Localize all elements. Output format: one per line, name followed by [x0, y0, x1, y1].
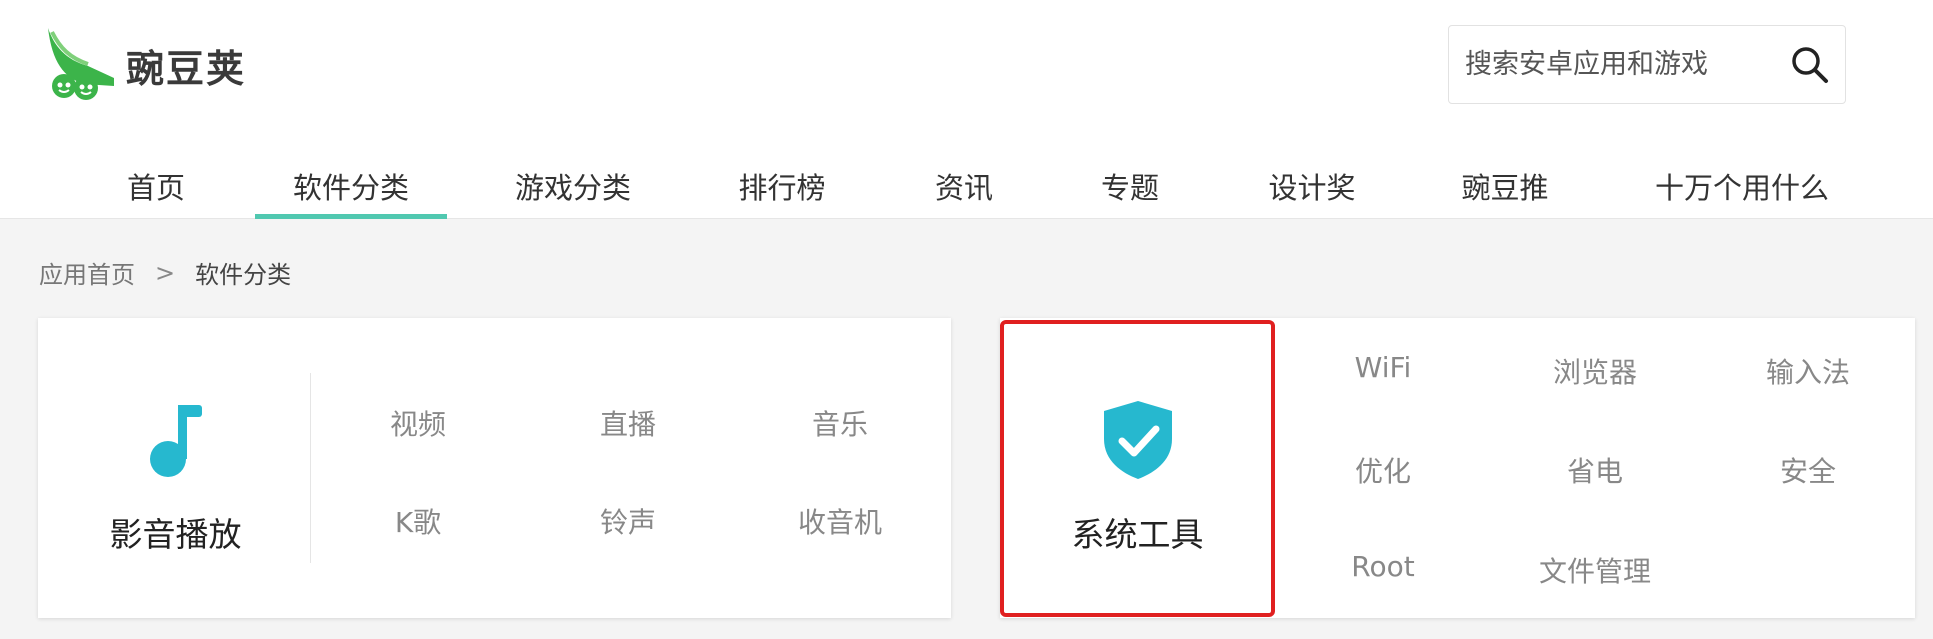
- breadcrumb-current: 软件分类: [195, 261, 292, 289]
- subcategory-ringtones[interactable]: 铃声: [538, 501, 718, 541]
- category-media-link[interactable]: 影音播放: [38, 318, 313, 618]
- subcategory-wifi[interactable]: WiFi: [1293, 351, 1473, 384]
- site-logo[interactable]: 豌豆荚: [44, 26, 246, 104]
- search-icon[interactable]: [1789, 44, 1831, 86]
- subcategory-music[interactable]: 音乐: [750, 403, 930, 443]
- breadcrumb-separator: >: [155, 258, 176, 287]
- category-card-media: 影音播放 视频 直播 音乐 K歌 铃声 收音机: [38, 318, 951, 618]
- nav-item-design-award[interactable]: 设计奖: [1250, 165, 1374, 219]
- subcategory-optimize[interactable]: 优化: [1293, 450, 1473, 490]
- nav-item-game-categories[interactable]: 游戏分类: [500, 165, 646, 219]
- subcategory-radio[interactable]: 收音机: [750, 501, 930, 541]
- nav-item-topics[interactable]: 专题: [1084, 165, 1176, 219]
- category-divider: [310, 373, 311, 563]
- subcategory-file-manager[interactable]: 文件管理: [1505, 550, 1685, 590]
- subcategory-browser[interactable]: 浏览器: [1505, 351, 1685, 391]
- subcategory-live[interactable]: 直播: [538, 403, 718, 443]
- nav-item-news[interactable]: 资讯: [918, 165, 1010, 219]
- search-box: [1448, 25, 1846, 104]
- site-header: 豌豆荚 首页 软件分类 游戏分类 排行榜 资讯 专题 设计奖 豌豆推 十万个用什…: [0, 0, 1933, 219]
- main-nav: 首页 软件分类 游戏分类 排行榜 资讯 专题 设计奖 豌豆推 十万个用什么: [0, 145, 1933, 219]
- subcategory-input-method[interactable]: 输入法: [1718, 351, 1898, 391]
- search-input[interactable]: [1465, 34, 1785, 95]
- nav-item-what-to-use[interactable]: 十万个用什么: [1640, 165, 1844, 219]
- subcategory-power-saving[interactable]: 省电: [1505, 450, 1685, 490]
- breadcrumb: 应用首页 > 软件分类: [39, 255, 291, 290]
- subcategory-karaoke[interactable]: K歌: [328, 501, 508, 541]
- pea-logo-icon: [44, 26, 120, 104]
- subcategory-root[interactable]: Root: [1293, 550, 1473, 583]
- music-note-icon: [146, 400, 206, 480]
- nav-item-wandou-recommend[interactable]: 豌豆推: [1448, 165, 1562, 219]
- subcategory-video[interactable]: 视频: [328, 403, 508, 443]
- nav-item-home[interactable]: 首页: [110, 165, 202, 219]
- highlight-box: [1000, 320, 1275, 617]
- nav-item-software-categories[interactable]: 软件分类: [255, 165, 447, 219]
- breadcrumb-home-link[interactable]: 应用首页: [39, 255, 135, 290]
- brand-name: 豌豆荚: [126, 46, 247, 91]
- nav-item-rankings[interactable]: 排行榜: [725, 165, 839, 219]
- subcategory-security[interactable]: 安全: [1718, 450, 1898, 490]
- category-media-title: 影音播放: [109, 515, 242, 554]
